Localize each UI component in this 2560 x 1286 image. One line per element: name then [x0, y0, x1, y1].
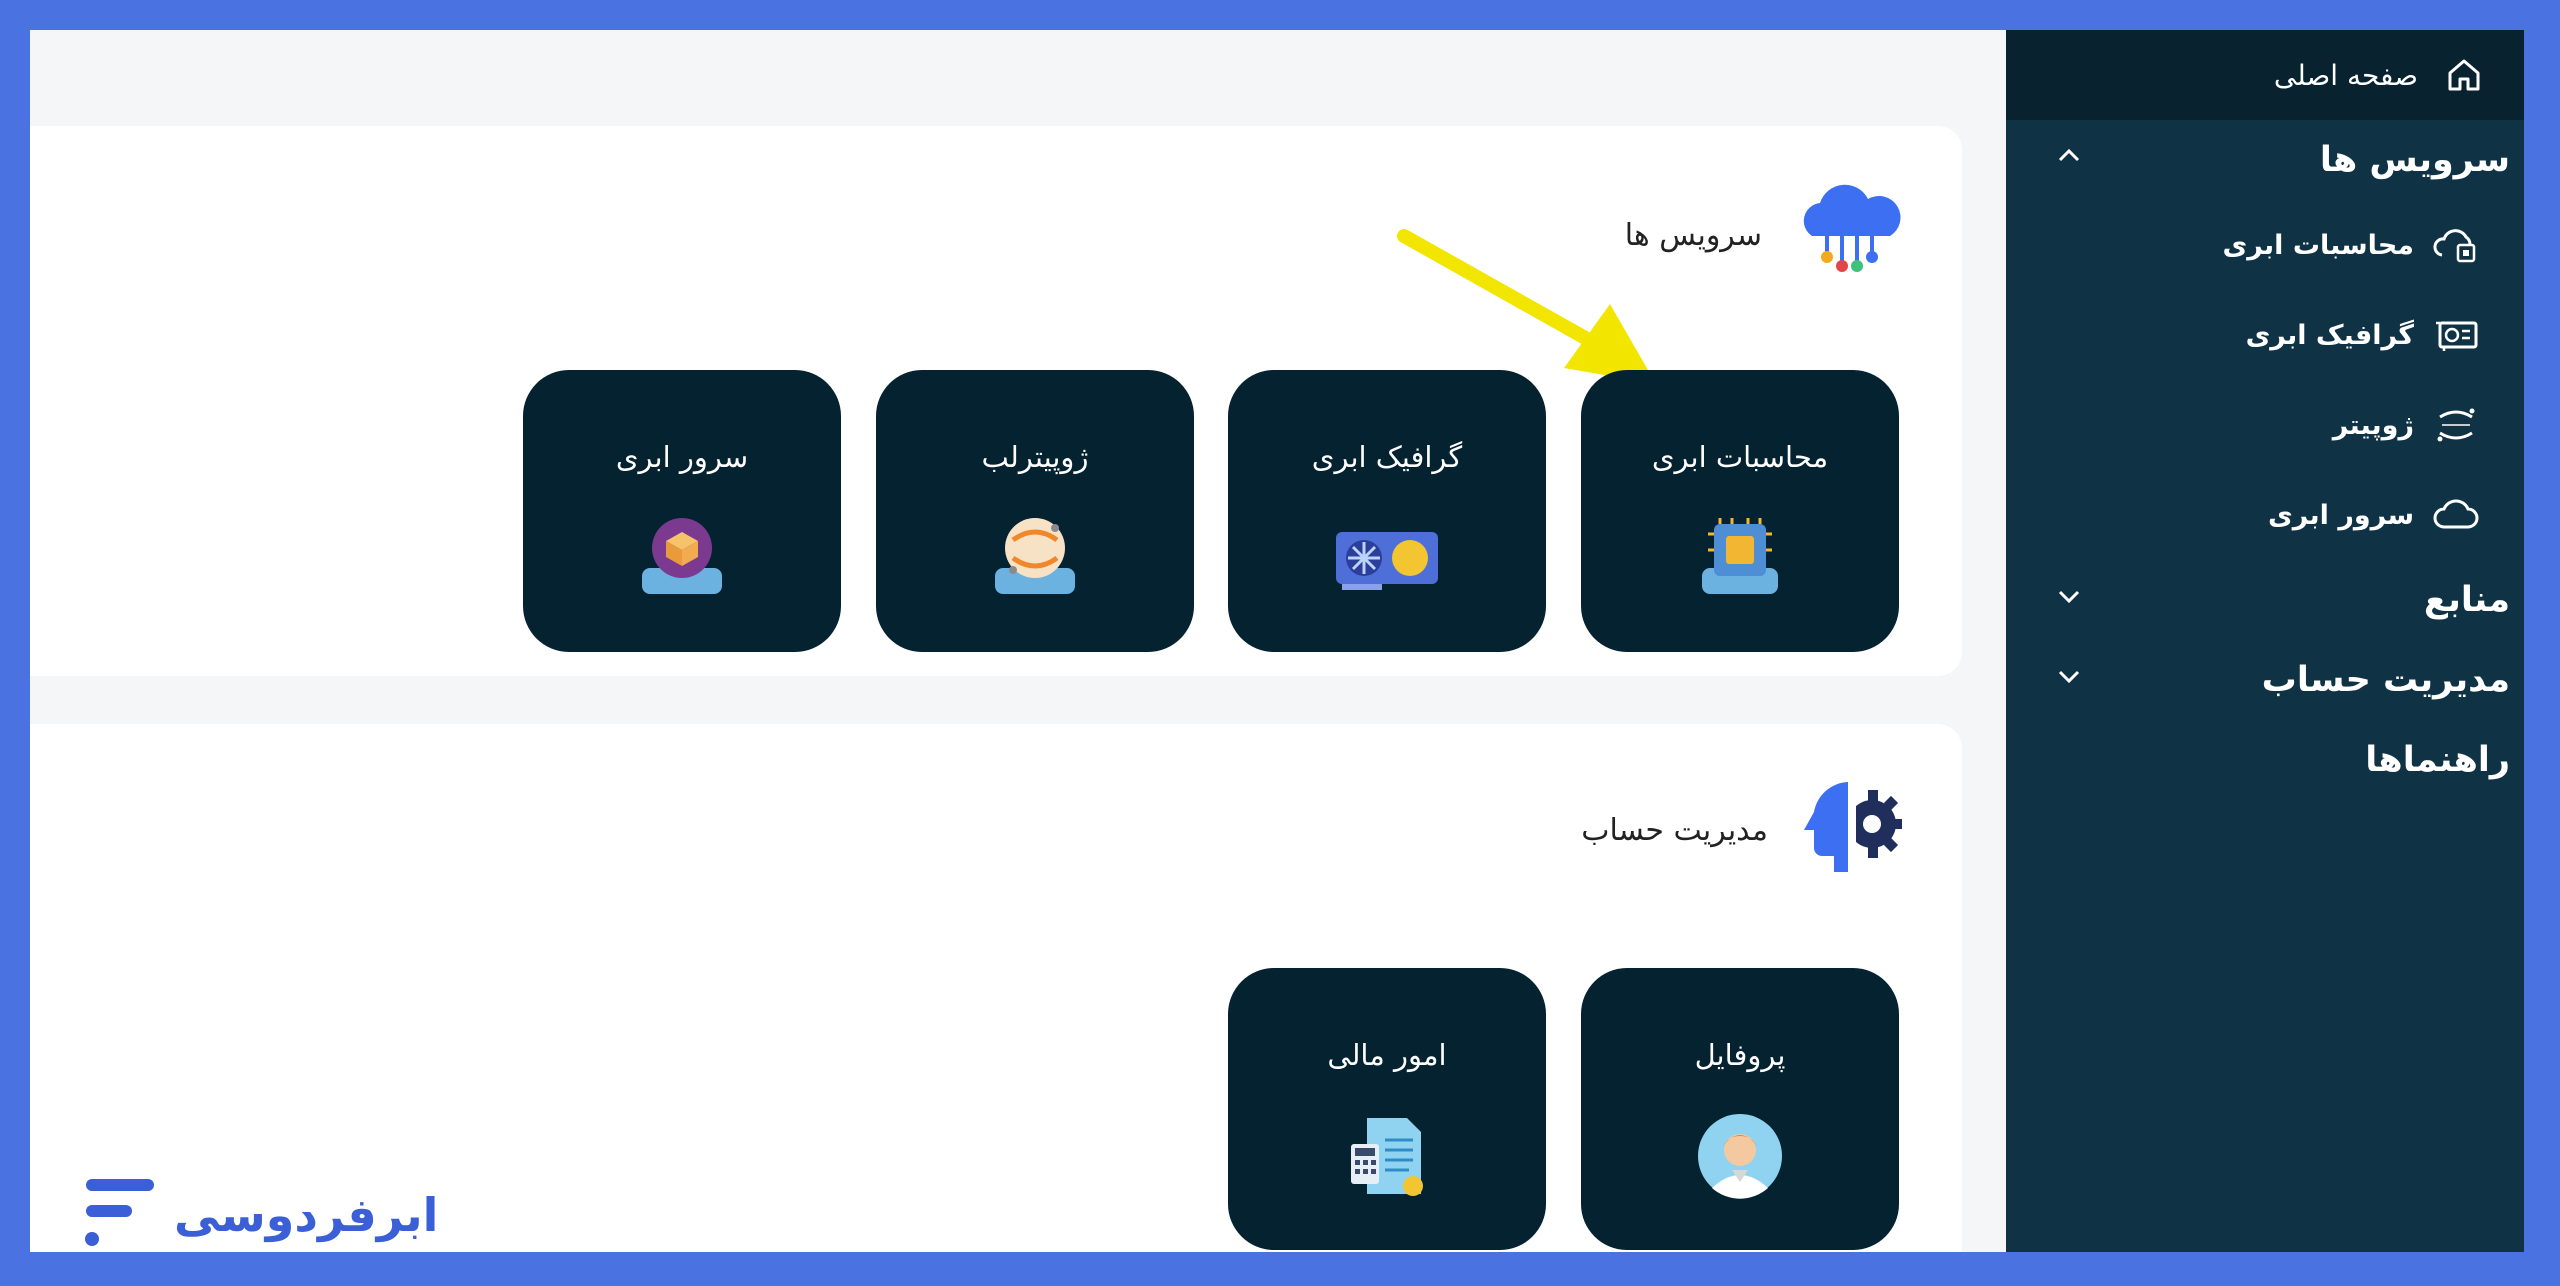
tile-label: پروفایل: [1694, 1038, 1786, 1072]
jupyter-icon: [2432, 401, 2480, 449]
sidebar-section-label: مدیریت حساب: [2261, 660, 2510, 700]
cloud-compute-icon: [2432, 221, 2480, 269]
sidebar-section-label: سرویس ها: [2319, 140, 2510, 180]
account-panel: مدیریت حساب پروفایل امور مالی: [30, 724, 1962, 1252]
cloud-icon: [2432, 491, 2480, 539]
chevron-up-icon: [2054, 140, 2084, 180]
sidebar-section-label: راهنماها: [2365, 740, 2510, 780]
logo-mark-icon: [82, 1175, 158, 1252]
sidebar-section-label: منابع: [2423, 580, 2510, 620]
cpu-chip-icon: [1692, 510, 1788, 606]
sidebar-item-label: محاسبات ابری: [2222, 229, 2415, 261]
head-gear-icon: [1798, 776, 1902, 884]
cloud-server-icon: [634, 510, 730, 606]
app-frame: سرویس ها محاسبات ابری گرافیک ابری ژوپیتر…: [30, 30, 2524, 1252]
sidebar-item-label: صفحه اصلی: [2273, 58, 2418, 92]
sidebar-section-resources[interactable]: منابع: [2006, 560, 2524, 640]
cloud-network-icon: [1792, 181, 1902, 289]
tile-cloud-graphics[interactable]: گرافیک ابری: [1228, 370, 1546, 652]
chevron-down-icon: [2054, 580, 2084, 620]
sidebar-item-label: ژوپیتر: [2332, 409, 2414, 441]
tile-label: گرافیک ابری: [1311, 440, 1463, 474]
sidebar-item-cloud-server[interactable]: سرور ابری: [2006, 470, 2524, 560]
account-panel-header: مدیریت حساب: [1581, 776, 1902, 884]
tile-profile[interactable]: پروفایل: [1581, 968, 1899, 1250]
invoice-icon: [1339, 1108, 1435, 1204]
tile-cloud-compute[interactable]: محاسبات ابری: [1581, 370, 1899, 652]
sidebar-item-cloud-compute[interactable]: محاسبات ابری: [2006, 200, 2524, 290]
sidebar-section-services[interactable]: سرویس ها: [2006, 120, 2524, 200]
brand-logo: ابرفردوسی: [82, 1175, 438, 1252]
tile-label: امور مالی: [1327, 1038, 1447, 1072]
tile-label: محاسبات ابری: [1651, 440, 1829, 474]
sidebar-section-guides[interactable]: راهنماها: [2006, 720, 2524, 800]
tile-finance[interactable]: امور مالی: [1228, 968, 1546, 1250]
brand-name: ابرفردوسی: [174, 1188, 439, 1242]
profile-avatar-icon: [1692, 1108, 1788, 1204]
account-panel-title: مدیریت حساب: [1581, 812, 1768, 848]
chevron-down-icon: [2054, 660, 2084, 700]
sidebar-item-cloud-graphics[interactable]: گرافیک ابری: [2006, 290, 2524, 380]
sidebar-item-jupyter[interactable]: ژوپیتر: [2006, 380, 2524, 470]
tile-jupyterlab[interactable]: ژوپیترلب: [876, 370, 1194, 652]
sidebar-item-label: سرور ابری: [2267, 499, 2414, 531]
home-icon: [2440, 51, 2488, 99]
sidebar-section-account[interactable]: مدیریت حساب: [2006, 640, 2524, 720]
tile-cloud-server[interactable]: سرور ابری: [523, 370, 841, 652]
sidebar: صفحه اصلی سرویس ها محاسبات ابری گرافیک ا…: [2006, 30, 2524, 1252]
gpu-card-icon: [2432, 311, 2480, 359]
sidebar-item-home[interactable]: صفحه اصلی: [2006, 30, 2524, 120]
sidebar-item-label: گرافیک ابری: [2245, 319, 2414, 351]
tile-label: سرور ابری: [615, 440, 749, 474]
services-panel: سرویس ها محاسبات ابری گرافیک ابری ژوپیتر…: [30, 126, 1962, 676]
graphics-card-icon: [1332, 510, 1442, 606]
tile-label: ژوپیترلب: [981, 440, 1089, 474]
jupyterlab-icon: [987, 510, 1083, 606]
